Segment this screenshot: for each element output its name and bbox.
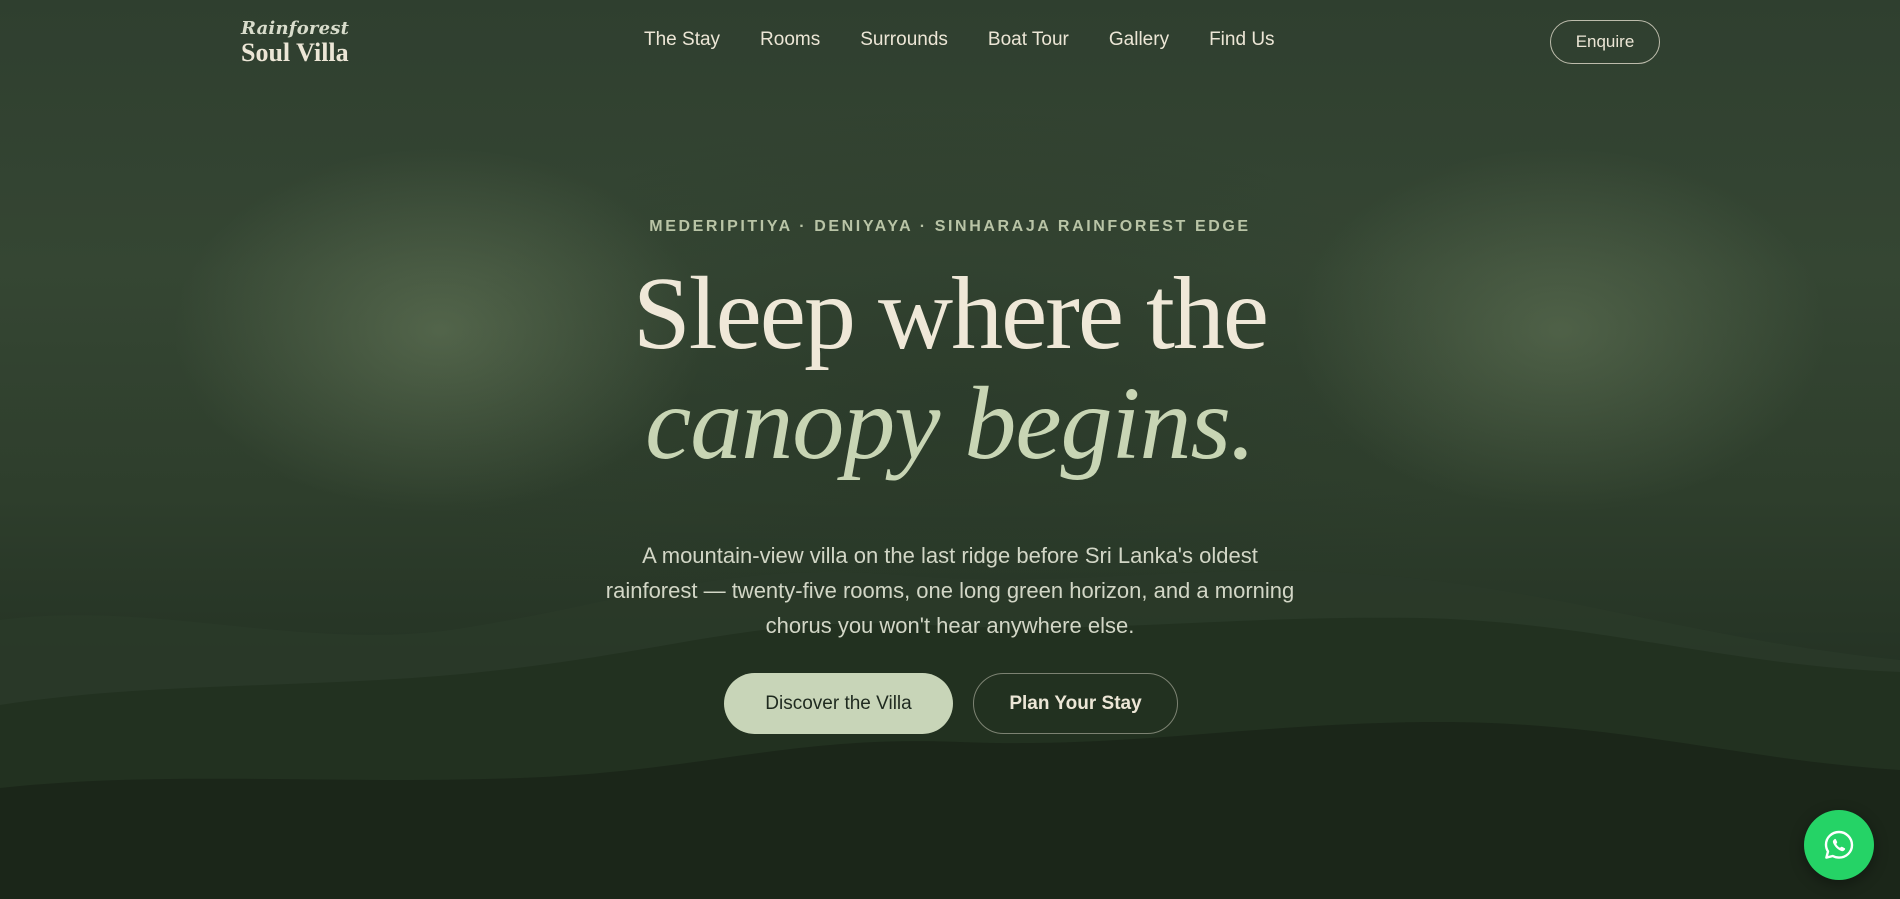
- main-nav: The Stay Rooms Surrounds Boat Tour Galle…: [644, 29, 1275, 51]
- plan-stay-button[interactable]: Plan Your Stay: [973, 673, 1178, 734]
- logo-tagline: Rainforest: [241, 18, 350, 39]
- hero-headline-line1: Sleep where the: [632, 256, 1269, 371]
- site-logo[interactable]: Rainforest Soul Villa: [241, 20, 349, 66]
- whatsapp-icon: [1824, 830, 1854, 859]
- nav-item-surrounds[interactable]: Surrounds: [860, 29, 948, 51]
- whatsapp-button[interactable]: [1804, 810, 1874, 880]
- hero-intro: A mountain-view villa on the last ridge …: [605, 543, 1295, 638]
- logo-title: Soul Villa: [241, 38, 349, 67]
- hero-headline-line2: canopy begins.: [645, 366, 1256, 481]
- hero-eyebrow: MEDERIPITIYA · DENIYAYA · SINHARAJA RAIN…: [649, 218, 1251, 235]
- nav-item-gallery[interactable]: Gallery: [1109, 29, 1169, 51]
- discover-villa-button[interactable]: Discover the Villa: [724, 673, 953, 734]
- nav-item-rooms[interactable]: Rooms: [760, 29, 820, 51]
- hero-section: Rainforest Soul Villa The Stay Rooms Sur…: [0, 0, 1900, 899]
- nav-item-boat-tour[interactable]: Boat Tour: [988, 29, 1069, 51]
- nav-item-find-us[interactable]: Find Us: [1209, 29, 1274, 51]
- nav-item-the-stay[interactable]: The Stay: [644, 29, 720, 51]
- enquire-button[interactable]: Enquire: [1550, 20, 1660, 64]
- hero-headline: Sleep where the canopy begins.: [0, 262, 1900, 476]
